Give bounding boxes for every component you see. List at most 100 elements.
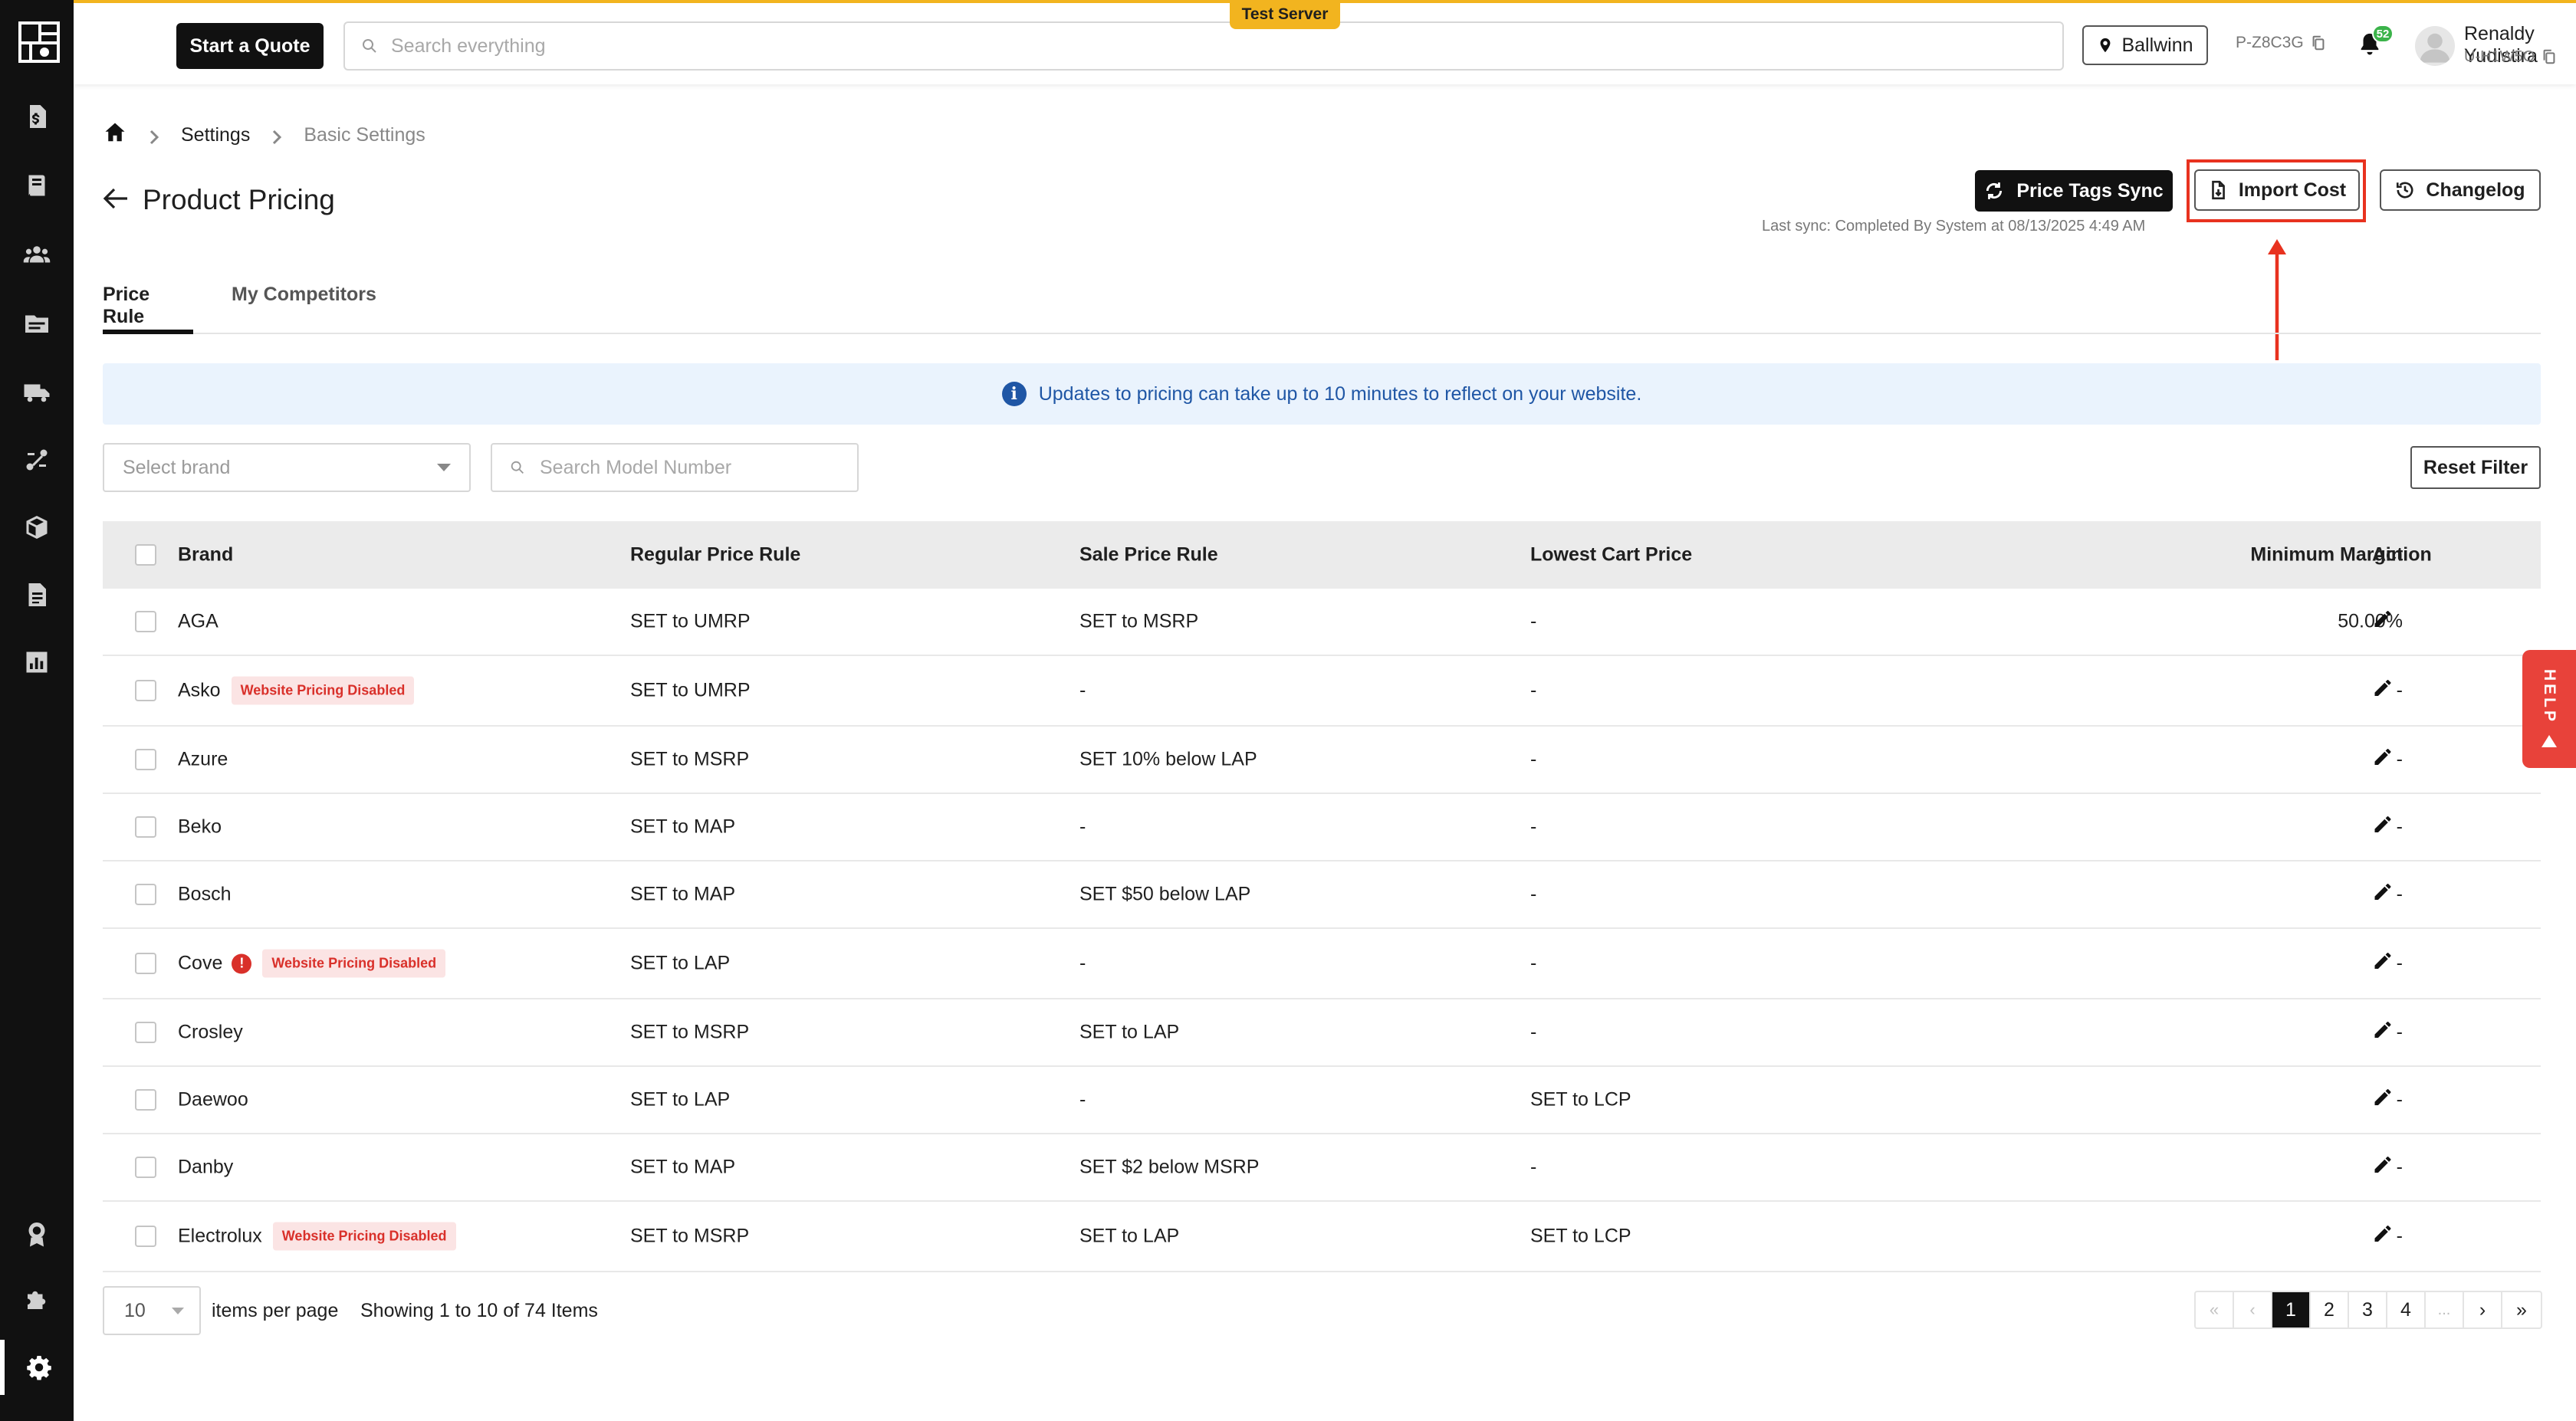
location-label: Ballwinn xyxy=(2121,34,2193,56)
model-search-input[interactable] xyxy=(540,456,846,479)
row-checkbox[interactable] xyxy=(135,749,156,770)
brand-name: Beko xyxy=(178,816,222,838)
back-arrow-icon[interactable] xyxy=(103,187,129,214)
sidebar-item-rewards[interactable] xyxy=(0,1206,74,1262)
lowest-cart-price-cell: SET to LCP xyxy=(1530,1088,1631,1111)
row-checkbox[interactable] xyxy=(135,816,156,838)
global-search[interactable] xyxy=(343,21,2064,71)
header-action: Action xyxy=(2372,543,2432,566)
sidebar-item-reports[interactable] xyxy=(0,635,74,690)
sale-price-rule-cell: - xyxy=(1079,816,1086,838)
location-button[interactable]: Ballwinn xyxy=(2082,25,2208,65)
sidebar-item-files[interactable] xyxy=(0,296,74,351)
lowest-cart-price-cell: - xyxy=(1530,610,1537,632)
next-page-button[interactable]: › xyxy=(2464,1292,2502,1327)
page-button-4[interactable]: 4 xyxy=(2387,1292,2426,1327)
help-tab[interactable]: HELP xyxy=(2522,650,2576,768)
page-button-2[interactable]: 2 xyxy=(2311,1292,2349,1327)
edit-icon[interactable] xyxy=(2372,1087,2394,1114)
notifications-button[interactable]: 52 xyxy=(2357,25,2394,61)
page-button-1[interactable]: 1 xyxy=(2272,1292,2311,1327)
edit-icon[interactable] xyxy=(2372,609,2394,635)
brand-select[interactable]: Select brand xyxy=(103,443,471,492)
document-icon xyxy=(28,583,46,606)
sidebar-item-settings[interactable] xyxy=(0,1340,74,1395)
edit-icon[interactable] xyxy=(2372,678,2394,704)
copy-icon[interactable] xyxy=(2310,34,2327,52)
page-title: Product Pricing xyxy=(143,184,335,215)
changelog-button[interactable]: Changelog xyxy=(2380,169,2541,211)
history-icon xyxy=(2397,182,2413,199)
website-pricing-disabled-badge: Website Pricing Disabled xyxy=(272,1222,456,1251)
lowest-cart-price-cell: - xyxy=(1530,1021,1537,1043)
sidebar-item-routes[interactable] xyxy=(0,432,74,487)
edit-icon[interactable] xyxy=(2372,1154,2394,1181)
row-checkbox[interactable] xyxy=(135,1226,156,1247)
avatar[interactable] xyxy=(2415,26,2455,66)
edit-icon[interactable] xyxy=(2372,1223,2394,1250)
tab-my-competitors[interactable]: My Competitors xyxy=(232,284,376,334)
sidebar-item-customers[interactable] xyxy=(0,227,74,282)
page-button-3[interactable]: 3 xyxy=(2349,1292,2387,1327)
reset-filter-button[interactable]: Reset Filter xyxy=(2410,446,2541,489)
sidebar-item-invoices[interactable] xyxy=(0,89,74,144)
row-checkbox[interactable] xyxy=(135,953,156,974)
model-search[interactable] xyxy=(491,443,859,492)
last-page-button[interactable]: » xyxy=(2502,1292,2541,1327)
table-body: AGA SET to UMRP SET to MSRP -50.00% Asko Webs… xyxy=(103,589,2541,1272)
info-banner: i Updates to pricing can take up to 10 m… xyxy=(103,363,2541,425)
warning-icon[interactable]: ! xyxy=(232,953,252,973)
copy-icon[interactable] xyxy=(2541,48,2558,66)
row-checkbox[interactable] xyxy=(135,884,156,905)
sidebar-item-inventory[interactable] xyxy=(0,500,74,555)
regular-price-rule-cell: SET to UMRP xyxy=(630,610,751,632)
regular-price-rule-cell: SET to MAP xyxy=(630,816,736,838)
edit-icon[interactable] xyxy=(2372,881,2394,908)
lowest-cart-price-cell: - xyxy=(1530,1156,1537,1178)
row-checkbox[interactable] xyxy=(135,611,156,632)
minimum-margin-cell: - xyxy=(2396,1225,2403,1247)
first-page-button[interactable]: « xyxy=(2196,1292,2234,1327)
brand-name: Bosch xyxy=(178,883,232,905)
brand-name: Electrolux xyxy=(178,1225,262,1247)
sidebar-item-integrations[interactable] xyxy=(0,1272,74,1327)
home-icon[interactable] xyxy=(103,121,127,149)
sidebar-item-documents[interactable] xyxy=(0,567,74,622)
global-search-input[interactable] xyxy=(391,34,2001,57)
app-logo[interactable] xyxy=(18,21,60,63)
table-row: Bosch SET to MAP SET $50 below LAP - - xyxy=(103,861,2541,929)
brand-cell: Azure xyxy=(178,749,228,771)
prev-page-button[interactable]: ‹ xyxy=(2234,1292,2272,1327)
tab-price-rule[interactable]: Price Rule xyxy=(103,284,193,334)
sale-price-rule-cell: SET $50 below LAP xyxy=(1079,883,1251,905)
regular-price-rule-cell: SET to LAP xyxy=(630,1088,731,1111)
start-quote-button[interactable]: Start a Quote xyxy=(176,23,324,69)
per-page-select[interactable]: 10 xyxy=(103,1286,201,1335)
row-checkbox[interactable] xyxy=(135,680,156,701)
puzzle-icon xyxy=(28,1291,46,1309)
sidebar-item-delivery[interactable] xyxy=(0,365,74,420)
last-sync-text: Last sync: Completed By System at 08/13/… xyxy=(1762,218,2146,235)
minimum-margin-cell: - xyxy=(2396,748,2403,770)
brand-cell: Asko Website Pricing Disabled xyxy=(178,676,415,705)
edit-icon[interactable] xyxy=(2372,950,2394,977)
showing-count: Showing 1 to 10 of 74 Items xyxy=(360,1300,598,1321)
users-icon xyxy=(23,246,51,263)
header-brand[interactable]: Brand xyxy=(178,544,233,566)
brand-name: AGA xyxy=(178,610,219,632)
edit-icon[interactable] xyxy=(2372,814,2394,841)
row-checkbox[interactable] xyxy=(135,1157,156,1178)
price-tags-sync-button[interactable]: Price Tags Sync xyxy=(1975,170,2173,212)
brand-name: Cove xyxy=(178,952,223,974)
breadcrumb-settings[interactable]: Settings xyxy=(181,124,250,146)
row-checkbox[interactable] xyxy=(135,1089,156,1111)
lowest-cart-price-cell: SET to LCP xyxy=(1530,1225,1631,1247)
sale-price-rule-cell: SET to LAP xyxy=(1079,1021,1180,1043)
gear-icon xyxy=(27,1356,51,1380)
select-all-checkbox[interactable] xyxy=(135,544,156,566)
row-checkbox[interactable] xyxy=(135,1022,156,1043)
edit-icon[interactable] xyxy=(2372,747,2394,773)
edit-icon[interactable] xyxy=(2372,1019,2394,1046)
table-row: Cove! Website Pricing Disabled SET to LAP -… xyxy=(103,929,2541,999)
sidebar-item-catalog[interactable] xyxy=(0,158,74,213)
